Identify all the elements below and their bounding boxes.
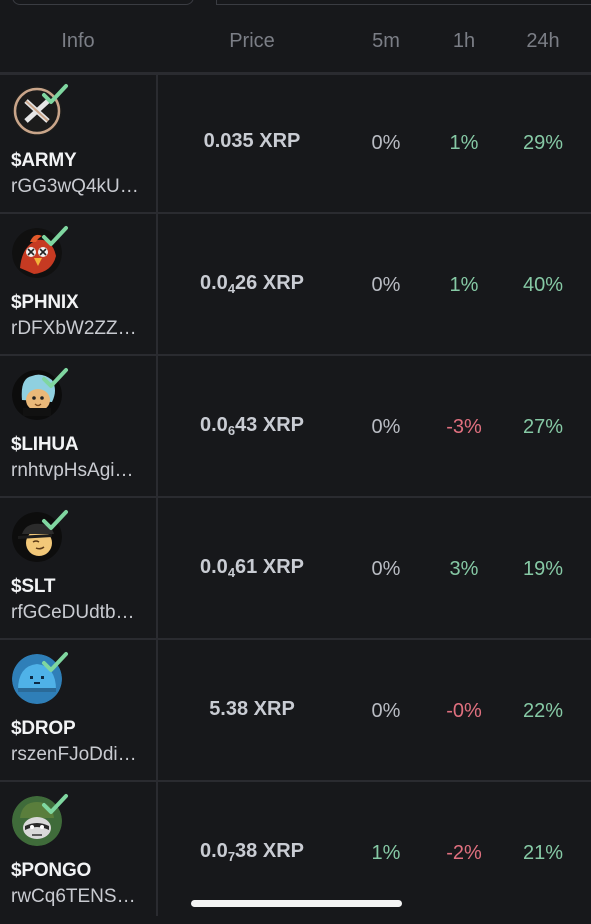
verified-check-icon	[42, 510, 68, 530]
header-1h[interactable]: 1h	[425, 30, 503, 53]
table-header: Info Price 5m 1h 24h	[0, 0, 591, 75]
token-symbol[interactable]: $PONGO	[11, 860, 91, 882]
change-5m: 0%	[371, 132, 401, 154]
change-1h: -3%	[446, 416, 482, 438]
token-symbol[interactable]: $SLT	[11, 576, 55, 598]
verified-check-icon	[42, 84, 68, 104]
change-5m: 0%	[371, 558, 401, 580]
header-24h[interactable]: 24h	[503, 30, 583, 53]
token-symbol[interactable]: $ARMY	[11, 150, 77, 172]
table-row[interactable]: $ARMY rGG3wQ4kU… 0.035 XRP 0% 1% 29%	[0, 72, 591, 214]
change-1h: 1%	[449, 132, 479, 154]
token-address[interactable]: rfGCeDUdtb…	[11, 602, 135, 624]
header-5m[interactable]: 5m	[347, 30, 425, 53]
token-price: 0.0426 XRP	[200, 272, 304, 296]
table-row[interactable]: $PHNIX rDFXbW2ZZ… 0.0426 XRP 0% 1% 40%	[0, 214, 591, 356]
token-address[interactable]: rnhtvpHsAgi…	[11, 460, 134, 482]
change-1h: 3%	[449, 558, 479, 580]
token-price: 5.38 XRP	[209, 698, 295, 720]
token-symbol[interactable]: $LIHUA	[11, 434, 79, 456]
change-5m: 0%	[371, 274, 401, 296]
verified-check-icon	[42, 794, 68, 814]
change-24h: 40%	[522, 274, 564, 296]
change-24h: 19%	[522, 558, 564, 580]
token-price: 0.0461 XRP	[200, 556, 304, 580]
change-24h: 22%	[522, 700, 564, 722]
table-row[interactable]: $SLT rfGCeDUdtb… 0.0461 XRP 0% 3% 19%	[0, 498, 591, 640]
verified-check-icon	[42, 226, 68, 246]
token-address[interactable]: rGG3wQ4kU…	[11, 176, 139, 198]
token-address[interactable]: rDFXbW2ZZ…	[11, 318, 137, 340]
token-price: 0.0643 XRP	[200, 414, 304, 438]
change-24h: 27%	[522, 416, 564, 438]
token-address[interactable]: rszenFJoDdi…	[11, 744, 137, 766]
change-5m: 0%	[371, 700, 401, 722]
change-1h: -2%	[446, 842, 482, 864]
token-symbol[interactable]: $PHNIX	[11, 292, 79, 314]
home-indicator[interactable]	[191, 900, 402, 907]
token-price: 0.035 XRP	[203, 130, 301, 152]
token-price: 0.0738 XRP	[200, 840, 304, 864]
change-24h: 29%	[522, 132, 564, 154]
verified-check-icon	[42, 368, 68, 388]
change-5m: 0%	[371, 416, 401, 438]
change-1h: 1%	[449, 274, 479, 296]
table-row[interactable]: $DROP rszenFJoDdi… 5.38 XRP 0% -0% 22%	[0, 640, 591, 782]
header-info[interactable]: Info	[0, 30, 156, 53]
change-24h: 21%	[522, 842, 564, 864]
header-price[interactable]: Price	[157, 30, 347, 53]
verified-check-icon	[42, 652, 68, 672]
table-row[interactable]: $LIHUA rnhtvpHsAgi… 0.0643 XRP 0% -3% 27…	[0, 356, 591, 498]
change-1h: -0%	[446, 700, 482, 722]
token-symbol[interactable]: $DROP	[11, 718, 76, 740]
change-5m: 1%	[371, 842, 401, 864]
token-address[interactable]: rwCq6TENS…	[11, 886, 136, 908]
